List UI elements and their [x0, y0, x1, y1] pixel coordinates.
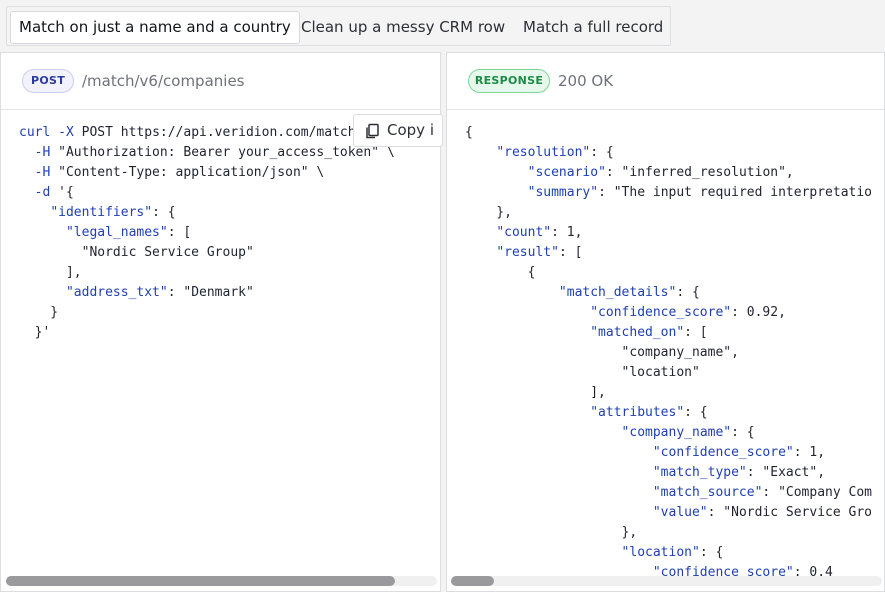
request-scrollbar[interactable] — [6, 576, 437, 586]
tab-messy-crm-row[interactable]: Clean up a messy CRM row — [301, 12, 505, 43]
request-code-line: "legal_names": [ — [65, 225, 192, 240]
tab-name-and-country[interactable]: Match on just a name and a country — [10, 11, 300, 44]
response-panel: RESPONSE 200 OK { "resolution": { "scena… — [446, 52, 885, 592]
response-code-line: }, — [465, 525, 638, 540]
copy-button[interactable]: Copy i — [353, 114, 443, 147]
copy-label: Copy i — [387, 121, 434, 139]
response-code-line: "company_name", — [465, 345, 739, 360]
request-scroll-thumb[interactable] — [6, 576, 395, 586]
response-code-line: "value": "Nordic Service Gro — [652, 505, 873, 520]
response-code-line: { — [465, 265, 536, 280]
request-code-block[interactable]: curl -X POST https://api.veridion.com/ma… — [19, 123, 395, 343]
response-code-line: "match_source": "Company Com — [652, 485, 872, 500]
tab-full-record[interactable]: Match a full record — [523, 12, 663, 43]
response-code-block[interactable]: { "resolution": { "scenario": "inferred_… — [465, 123, 872, 583]
response-code-line: "match_type": "Exact", — [652, 465, 826, 480]
response-code-line: "result": [ — [496, 245, 583, 260]
request-code-line: }' — [19, 325, 51, 340]
response-badge: RESPONSE — [468, 69, 550, 93]
method-badge: POST — [22, 69, 74, 93]
response-code-line: "confidence_score": 1, — [652, 445, 826, 460]
request-code-line: ], — [19, 265, 82, 280]
response-code-line: "resolution": { — [496, 145, 614, 160]
response-code-line: "match_details": { — [558, 285, 700, 300]
request-code-line: "identifiers": { — [50, 205, 176, 220]
request-code-line: -H "Authorization: Bearer your_access_to… — [34, 145, 395, 160]
response-code-line: "summary": "The input required interpret… — [527, 185, 873, 200]
endpoint-path: /match/v6/companies — [82, 72, 245, 90]
response-code-line: ], — [465, 385, 606, 400]
request-code-line: } — [19, 305, 59, 320]
request-code-line: -H "Content-Type: application/json" \ — [34, 165, 325, 180]
copy-icon — [366, 123, 379, 139]
status-text: 200 OK — [558, 72, 614, 90]
response-code-line: "attributes": { — [590, 405, 708, 420]
response-code-line: "scenario": "inferred_resolution", — [527, 165, 794, 180]
response-code-line: "count": 1, — [496, 225, 583, 240]
example-tabs: Match on just a name and a country Clean… — [6, 6, 671, 46]
request-code-line: "Nordic Service Group" — [19, 245, 254, 260]
response-code-line: "confidence_score": 0.92, — [590, 305, 786, 320]
request-code-line: -d '{ — [34, 185, 74, 200]
response-code-line: { — [465, 125, 473, 140]
response-code-line: "company_name": { — [621, 425, 755, 440]
request-code-line: curl -X POST https://api.veridion.com/ma… — [19, 125, 356, 140]
response-code-line: "location": { — [621, 545, 724, 560]
response-code-line: "matched_on": [ — [590, 325, 708, 340]
response-scrollbar[interactable] — [451, 576, 882, 586]
response-scroll-thumb[interactable] — [451, 576, 494, 586]
response-header: RESPONSE 200 OK — [447, 53, 884, 110]
request-code-line: "address_txt": "Denmark" — [65, 285, 254, 300]
request-header: POST /match/v6/companies — [1, 53, 440, 110]
response-code-line: }, — [465, 205, 512, 220]
response-code-line: "location" — [465, 365, 700, 380]
